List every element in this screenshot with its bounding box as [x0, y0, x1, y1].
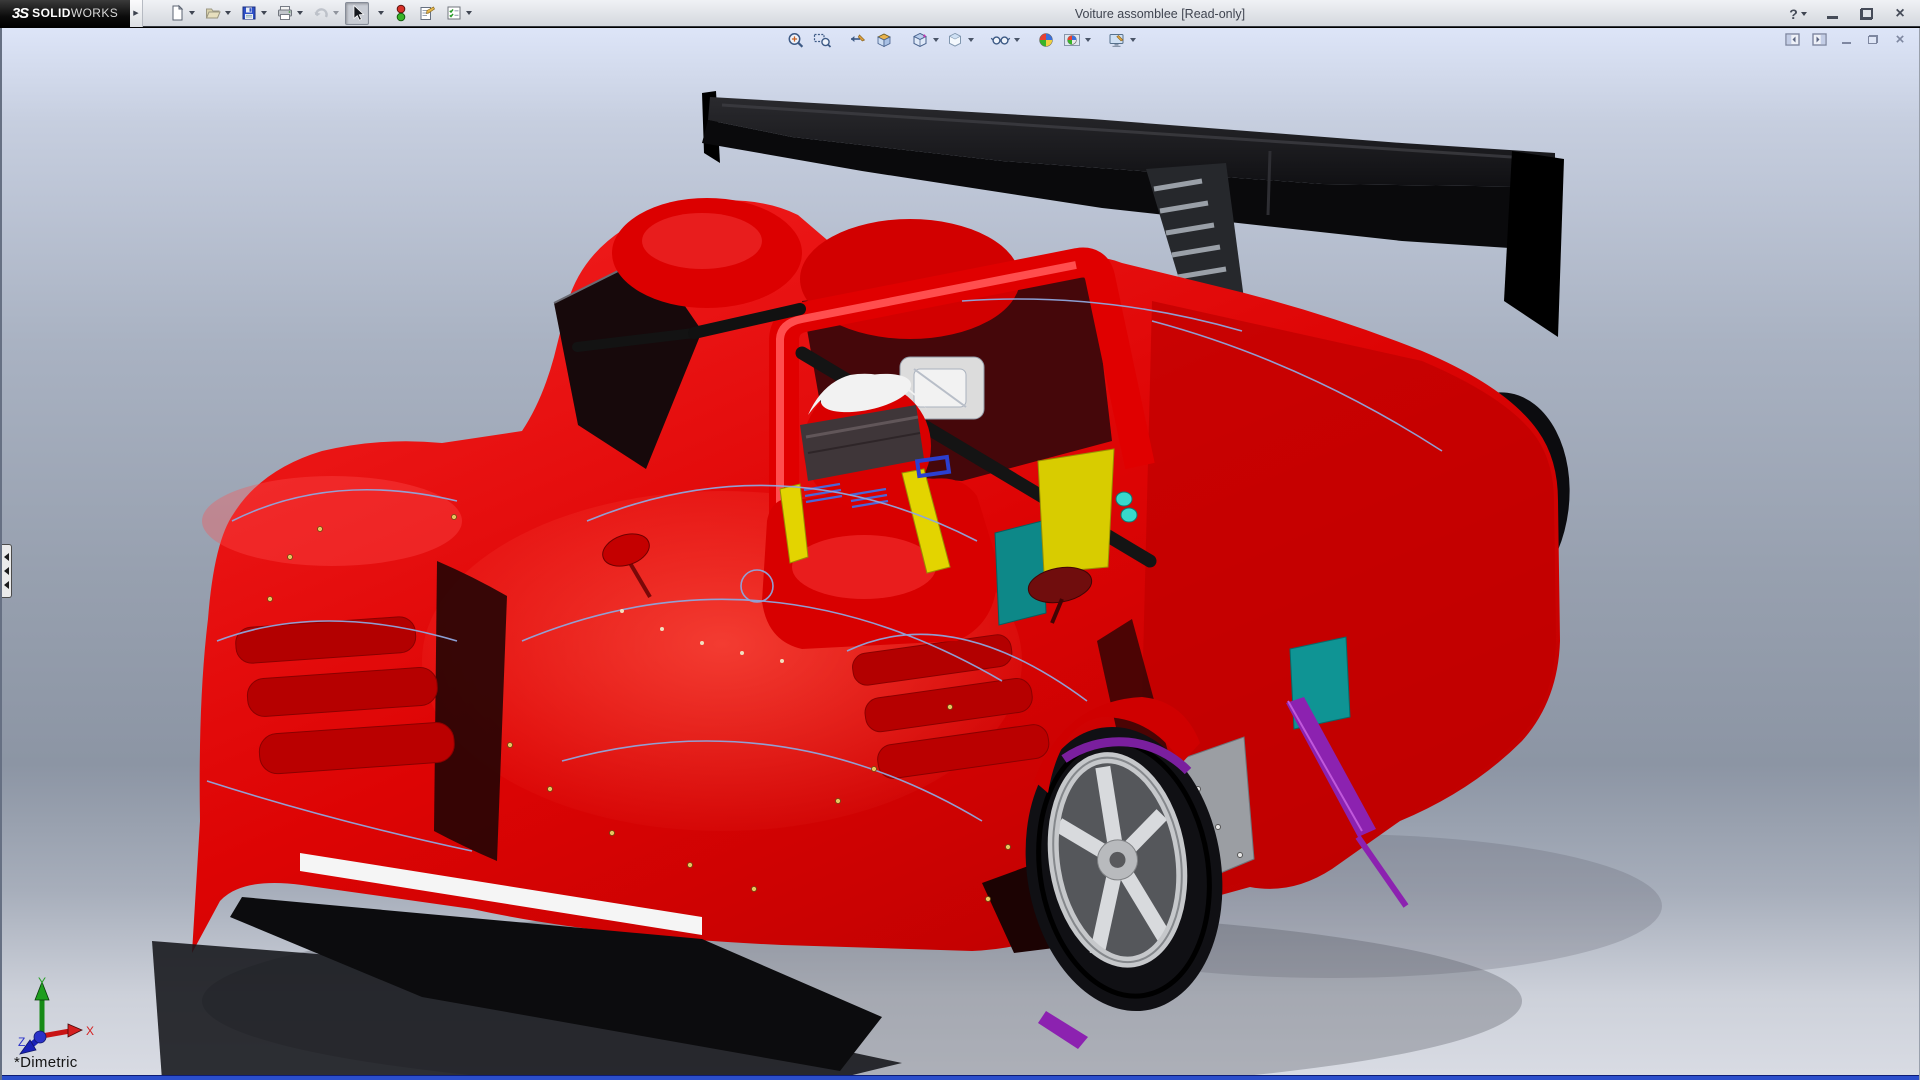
logo-3s-mark: 3S — [12, 5, 28, 22]
dropdown-caret — [1801, 12, 1807, 16]
file-properties-icon — [418, 4, 436, 22]
zoom-to-area-button[interactable] — [810, 30, 834, 50]
zoom-to-area-icon — [812, 31, 832, 49]
graphics-viewport[interactable]: × Y X Z *Dimetric — [0, 28, 1920, 1080]
pane-toggle-left-button[interactable] — [1783, 31, 1801, 47]
help-icon: ? — [1789, 6, 1798, 22]
chevron-left-icon — [4, 567, 9, 575]
open-button[interactable] — [201, 2, 234, 25]
undo-button[interactable] — [309, 2, 342, 25]
apply-scene-button[interactable] — [1060, 30, 1093, 50]
previous-view-button[interactable] — [846, 30, 870, 50]
edit-appearance-button[interactable] — [1034, 30, 1058, 50]
dropdown-caret — [1085, 38, 1091, 42]
display-style-button[interactable] — [943, 30, 976, 50]
section-view-button[interactable] — [872, 30, 896, 50]
triad-x-label: X — [86, 1024, 94, 1038]
menu-expand-button[interactable]: ▶ — [130, 0, 143, 27]
coordinate-triad: Y X Z — [10, 974, 102, 1060]
select-cursor-icon — [348, 4, 366, 22]
pane-collapse-left-icon — [1785, 33, 1800, 46]
file-properties-button[interactable] — [415, 2, 439, 25]
minimize-icon — [1827, 16, 1838, 19]
pane-expand-right-icon — [1812, 33, 1827, 46]
solidworks-logo: 3S SOLIDWORKS — [0, 0, 130, 27]
title-bar: 3S SOLIDWORKS ▶ — [0, 0, 1920, 27]
dropdown-caret — [297, 11, 303, 15]
minimize-icon — [1842, 42, 1851, 44]
solidworks-window: 3S SOLIDWORKS ▶ — [0, 0, 1920, 1080]
dropdown-caret — [968, 38, 974, 42]
save-button[interactable] — [237, 2, 270, 25]
dropdown-caret — [1130, 38, 1136, 42]
minimize-button[interactable] — [1822, 4, 1842, 24]
view-orientation-button[interactable] — [908, 30, 941, 50]
logo-wordmark: SOLIDWORKS — [32, 6, 118, 20]
rebuild-button[interactable] — [390, 2, 412, 25]
window-bottom-edge — [2, 1075, 1919, 1080]
options-icon — [445, 4, 463, 22]
help-button[interactable]: ? — [1788, 4, 1808, 24]
3d-model-race-car — [2, 28, 1920, 1080]
dropdown-caret — [225, 11, 231, 15]
restore-icon — [1861, 9, 1872, 19]
apply-scene-icon — [1062, 31, 1082, 49]
document-title: Voiture assomblee [Read-only] — [1075, 0, 1245, 27]
menu-bar-toolbar — [143, 0, 475, 27]
section-view-icon — [874, 31, 894, 49]
print-icon — [276, 4, 294, 22]
triad-z-label: Z — [18, 1035, 25, 1049]
doc-minimize-button[interactable] — [1837, 31, 1855, 47]
zoom-to-fit-button[interactable] — [784, 30, 808, 50]
rebuild-traffic-light-icon — [393, 4, 409, 22]
dropdown-caret — [189, 11, 195, 15]
previous-view-icon — [848, 31, 868, 49]
window-controls: ? × — [1788, 0, 1910, 27]
triad-y-label: Y — [38, 975, 46, 989]
document-window-controls: × — [1783, 31, 1909, 47]
view-settings-button[interactable] — [1105, 30, 1138, 50]
restore-button[interactable] — [1856, 4, 1876, 24]
menu-expand-arrow-icon: ▶ — [133, 9, 138, 17]
dropdown-caret — [378, 11, 384, 15]
display-style-icon — [945, 31, 965, 49]
hide-show-items-icon — [990, 31, 1011, 49]
edit-appearance-icon — [1036, 31, 1056, 49]
doc-close-button[interactable]: × — [1891, 31, 1909, 47]
new-document-icon — [168, 4, 186, 22]
open-folder-icon — [204, 4, 222, 22]
pane-toggle-right-button[interactable] — [1810, 31, 1828, 47]
dropdown-caret — [1014, 38, 1020, 42]
view-orientation-label: *Dimetric — [14, 1054, 78, 1071]
options-button[interactable] — [442, 2, 475, 25]
undo-icon — [312, 4, 330, 22]
dropdown-caret — [333, 11, 339, 15]
print-button[interactable] — [273, 2, 306, 25]
zoom-to-fit-icon — [786, 31, 806, 49]
select-button[interactable] — [345, 2, 369, 25]
select-dropdown-button[interactable] — [372, 2, 387, 25]
hide-show-items-button[interactable] — [988, 30, 1022, 50]
chevron-left-icon — [4, 553, 9, 561]
dropdown-caret — [466, 11, 472, 15]
chevron-left-icon — [4, 581, 9, 589]
feature-pane-flyout-tab[interactable] — [2, 544, 12, 598]
view-orientation-icon — [910, 31, 930, 49]
dropdown-caret — [933, 38, 939, 42]
view-settings-icon — [1107, 31, 1127, 49]
restore-icon — [1868, 35, 1878, 44]
close-button[interactable]: × — [1890, 4, 1910, 24]
heads-up-view-toolbar — [784, 30, 1138, 50]
doc-restore-button[interactable] — [1864, 31, 1882, 47]
close-icon: × — [1896, 32, 1905, 47]
dropdown-caret — [261, 11, 267, 15]
new-button[interactable] — [165, 2, 198, 25]
close-icon: × — [1895, 6, 1904, 22]
save-icon — [240, 4, 258, 22]
